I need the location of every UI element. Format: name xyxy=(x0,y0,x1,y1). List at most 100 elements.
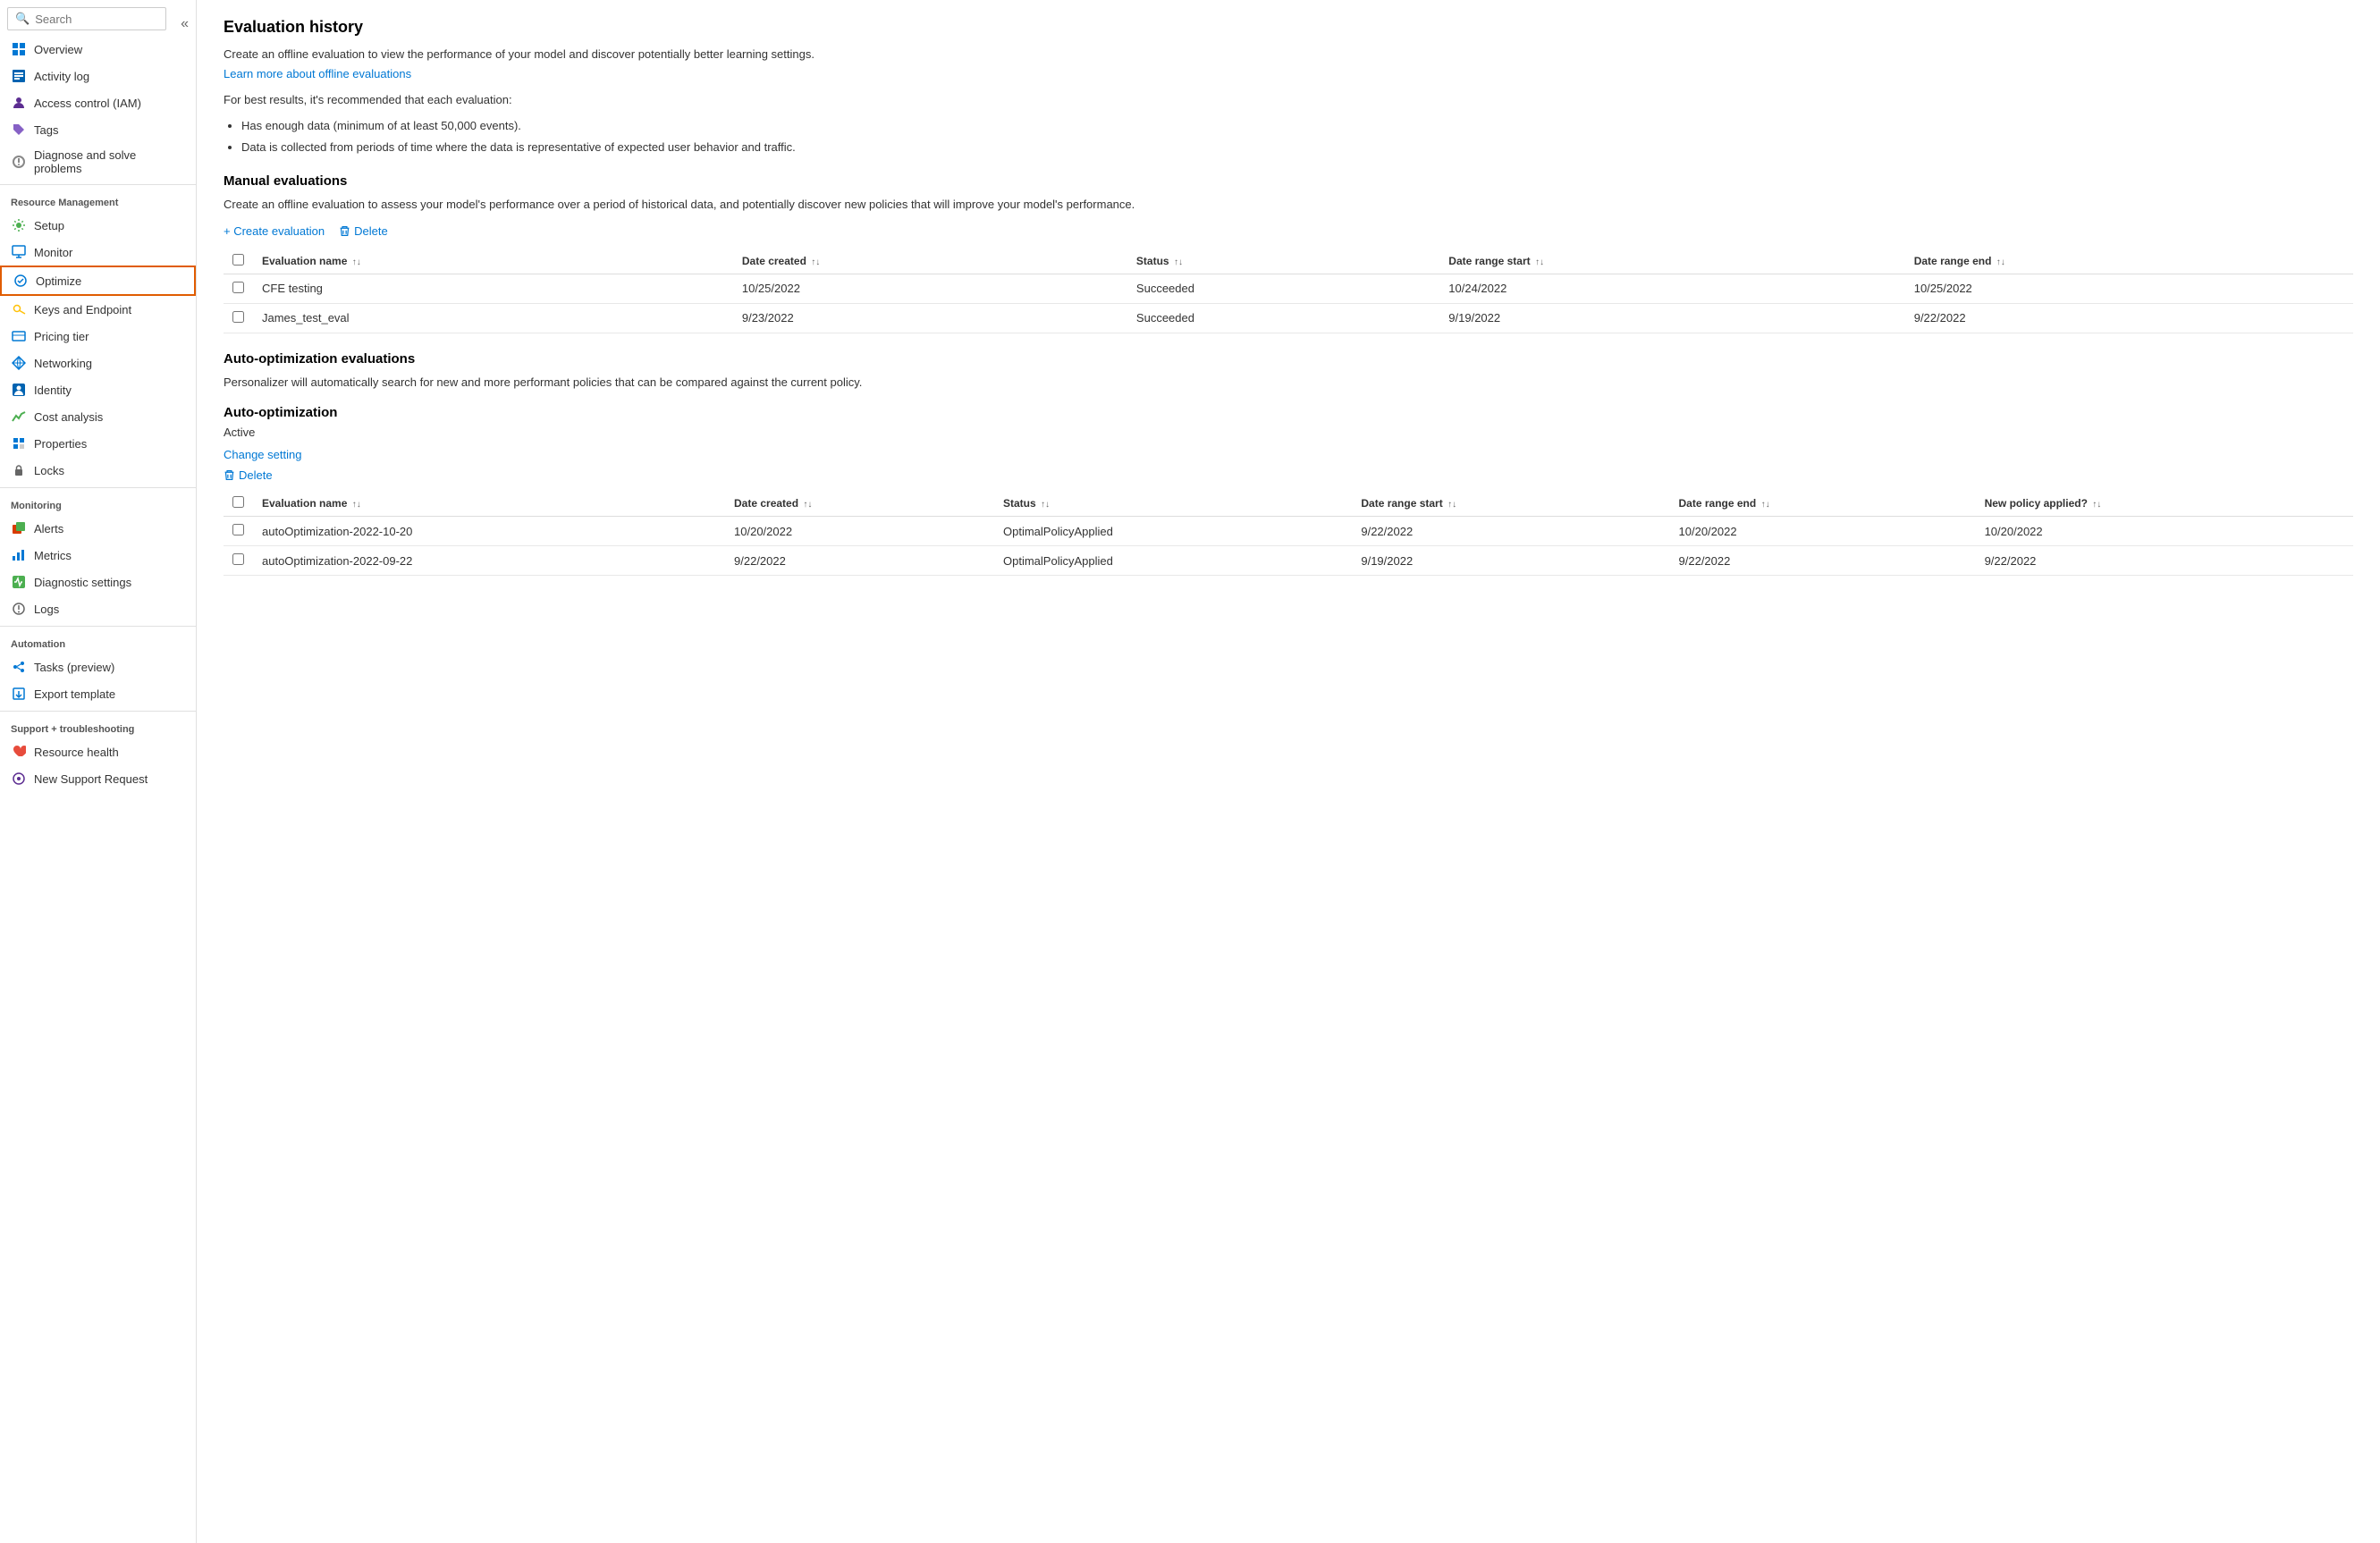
auto-delete-button[interactable]: Delete xyxy=(224,468,273,482)
main-content: Evaluation history Create an offline eva… xyxy=(197,0,2380,1543)
sidebar-item-identity[interactable]: Identity xyxy=(0,376,196,403)
sidebar-item-tasks-label: Tasks (preview) xyxy=(34,661,114,674)
sidebar: 🔍 « Overview Activity log Access control… xyxy=(0,0,197,1543)
sidebar-item-locks[interactable]: Locks xyxy=(0,457,196,484)
sidebar-item-optimize-label: Optimize xyxy=(36,274,81,288)
auto-optimization-title: Auto-optimization xyxy=(224,405,2353,420)
bullet-item-1: Has enough data (minimum of at least 50,… xyxy=(241,117,2353,135)
col-date-start: Date range start ↑↓ xyxy=(1439,249,1904,274)
sidebar-item-overview-label: Overview xyxy=(34,43,82,56)
sidebar-item-networking[interactable]: Networking xyxy=(0,350,196,376)
sidebar-item-cost-label: Cost analysis xyxy=(34,410,103,424)
manual-date-created-0: 10/25/2022 xyxy=(733,274,1127,303)
manual-action-bar: + Create evaluation Delete xyxy=(224,224,2353,238)
manual-date-end-0: 10/25/2022 xyxy=(1905,274,2353,303)
sidebar-item-monitor[interactable]: Monitor xyxy=(0,239,196,266)
manual-eval-name-1[interactable]: James_test_eval xyxy=(253,303,733,333)
pricing-icon xyxy=(11,328,27,344)
manual-date-start-0: 10/24/2022 xyxy=(1439,274,1904,303)
health-icon xyxy=(11,744,27,760)
sidebar-item-alerts[interactable]: Alerts xyxy=(0,515,196,542)
auto-col-date-start: Date range start ↑↓ xyxy=(1352,491,1669,517)
sidebar-item-new-support[interactable]: New Support Request xyxy=(0,765,196,792)
sidebar-item-tasks[interactable]: Tasks (preview) xyxy=(0,653,196,680)
sidebar-item-logs[interactable]: Logs xyxy=(0,595,196,622)
auto-sort-icon-date-created[interactable]: ↑↓ xyxy=(803,500,812,510)
section-monitoring: Monitoring xyxy=(0,492,196,515)
delete-manual-icon xyxy=(339,225,350,237)
manual-eval-table: Evaluation name ↑↓ Date created ↑↓ Statu… xyxy=(224,249,2353,333)
sidebar-item-setup[interactable]: Setup xyxy=(0,212,196,239)
iam-icon xyxy=(11,95,27,111)
manual-status-1: Succeeded xyxy=(1127,303,1439,333)
manual-section-title: Manual evaluations xyxy=(224,173,2353,189)
sidebar-item-cost[interactable]: Cost analysis xyxy=(0,403,196,430)
manual-table-row: CFE testing 10/25/2022 Succeeded 10/24/2… xyxy=(224,274,2353,303)
sidebar-item-iam-label: Access control (IAM) xyxy=(34,97,141,110)
sidebar-item-health-label: Resource health xyxy=(34,746,119,759)
sidebar-item-activity-log[interactable]: Activity log xyxy=(0,63,196,89)
auto-col-date-created: Date created ↑↓ xyxy=(725,491,994,517)
auto-row-checkbox-0[interactable] xyxy=(232,524,244,535)
auto-sort-icon-status[interactable]: ↑↓ xyxy=(1041,500,1050,510)
manual-eval-name-0[interactable]: CFE testing xyxy=(253,274,733,303)
sidebar-item-diagnostic[interactable]: Diagnostic settings xyxy=(0,569,196,595)
sort-icon-date-start[interactable]: ↑↓ xyxy=(1535,257,1544,267)
sort-icon-date-end[interactable]: ↑↓ xyxy=(1996,257,2005,267)
auto-sort-icon-date-end[interactable]: ↑↓ xyxy=(1761,500,1770,510)
sidebar-item-resource-health[interactable]: Resource health xyxy=(0,738,196,765)
sidebar-item-export[interactable]: Export template xyxy=(0,680,196,707)
sidebar-item-overview[interactable]: Overview xyxy=(0,36,196,63)
sidebar-item-pricing[interactable]: Pricing tier xyxy=(0,323,196,350)
auto-status: Active xyxy=(224,426,2353,439)
sort-icon-name[interactable]: ↑↓ xyxy=(352,257,361,267)
description-2: For best results, it's recommended that … xyxy=(224,91,2353,109)
sidebar-item-iam[interactable]: Access control (IAM) xyxy=(0,89,196,116)
sort-icon-status[interactable]: ↑↓ xyxy=(1174,257,1183,267)
auto-date-created-1: 9/22/2022 xyxy=(725,546,994,576)
learn-more-link[interactable]: Learn more about offline evaluations xyxy=(224,67,411,80)
sidebar-item-pricing-label: Pricing tier xyxy=(34,330,89,343)
manual-row-checkbox-0[interactable] xyxy=(232,282,244,293)
sidebar-item-properties-label: Properties xyxy=(34,437,87,451)
sidebar-item-setup-label: Setup xyxy=(34,219,64,232)
auto-sort-icon-new-policy[interactable]: ↑↓ xyxy=(2092,500,2101,510)
sidebar-item-optimize[interactable]: Optimize xyxy=(0,266,196,296)
alerts-icon xyxy=(11,520,27,536)
auto-date-end-0: 10/20/2022 xyxy=(1670,517,1976,546)
auto-sort-icon-date-start[interactable]: ↑↓ xyxy=(1447,500,1456,510)
auto-row-checkbox-1[interactable] xyxy=(232,553,244,565)
manual-row-checkbox-1[interactable] xyxy=(232,311,244,323)
section-resource-management: Resource Management xyxy=(0,189,196,212)
sidebar-item-metrics[interactable]: Metrics xyxy=(0,542,196,569)
sidebar-item-networking-label: Networking xyxy=(34,357,92,370)
sidebar-item-keys-label: Keys and Endpoint xyxy=(34,303,131,316)
change-setting-link[interactable]: Change setting xyxy=(224,448,301,461)
search-input[interactable] xyxy=(35,13,158,26)
auto-eval-name-1: autoOptimization-2022-09-22 xyxy=(253,546,725,576)
col-status: Status ↑↓ xyxy=(1127,249,1439,274)
create-evaluation-button[interactable]: + Create evaluation xyxy=(224,224,325,238)
sidebar-item-properties[interactable]: Properties xyxy=(0,430,196,457)
col-date-created: Date created ↑↓ xyxy=(733,249,1127,274)
auto-select-all-checkbox[interactable] xyxy=(232,496,244,508)
manual-description: Create an offline evaluation to assess y… xyxy=(224,196,2353,214)
section-automation: Automation xyxy=(0,630,196,653)
search-box[interactable]: 🔍 xyxy=(7,7,166,30)
tags-icon xyxy=(11,122,27,138)
manual-select-all-checkbox[interactable] xyxy=(232,254,244,266)
bullet-item-2: Data is collected from periods of time w… xyxy=(241,139,2353,156)
sidebar-item-keys[interactable]: Keys and Endpoint xyxy=(0,296,196,323)
optimize-icon xyxy=(13,273,29,289)
auto-status-1: OptimalPolicyApplied xyxy=(994,546,1352,576)
col-date-end: Date range end ↑↓ xyxy=(1905,249,2353,274)
bullet-list: Has enough data (minimum of at least 50,… xyxy=(241,117,2353,156)
metrics-icon xyxy=(11,547,27,563)
sidebar-item-diagnose[interactable]: Diagnose and solve problems xyxy=(0,143,196,181)
sort-icon-date-created[interactable]: ↑↓ xyxy=(811,257,820,267)
auto-sort-icon-name[interactable]: ↑↓ xyxy=(352,500,361,510)
collapse-button[interactable]: « xyxy=(173,13,196,36)
sidebar-item-tags[interactable]: Tags xyxy=(0,116,196,143)
auto-section-title: Auto-optimization evaluations xyxy=(224,351,2353,367)
delete-manual-button[interactable]: Delete xyxy=(339,224,388,238)
